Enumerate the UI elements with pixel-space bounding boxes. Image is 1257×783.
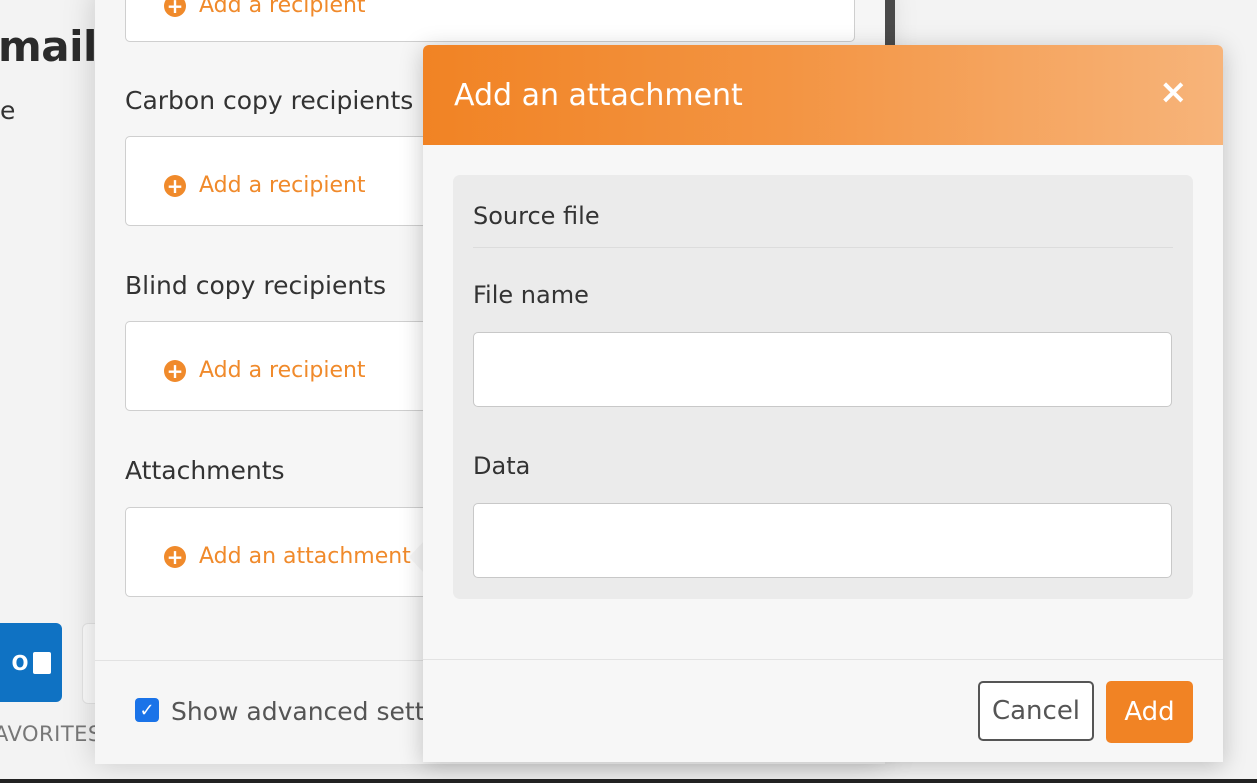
plus-circle-icon: + [164,174,186,197]
add-recipient-label: Add a recipient [199,0,366,18]
cancel-button[interactable]: Cancel [978,681,1094,741]
favorites-label: AVORITES [0,722,102,746]
advanced-settings-checkbox[interactable]: ✓ [135,698,159,722]
plus-circle-icon: + [164,359,186,382]
add-cc-recipient-link[interactable]: + Add a recipient [164,173,366,198]
outlook-app-tile[interactable]: O [0,623,62,702]
page-subtitle: e [0,96,16,125]
source-file-card: Source file File name Data [453,175,1193,599]
envelope-icon [32,651,51,674]
divider [473,247,1173,248]
attachments-label: Attachments [125,456,285,485]
add-attachment-dialog: Add an attachment × Source file File nam… [423,45,1223,762]
cc-label: Carbon copy recipients [125,86,414,115]
bcc-label: Blind copy recipients [125,271,387,300]
dialog-footer-divider [423,659,1223,660]
add-cc-recipient-label: Add a recipient [199,173,366,198]
add-recipient-link[interactable]: + Add a recipient [164,0,366,18]
close-icon[interactable]: × [1159,75,1188,109]
plus-circle-icon: + [164,0,186,17]
add-attachment-label: Add an attachment [199,544,411,569]
advanced-settings-label[interactable]: Show advanced setti [171,697,431,726]
popover-arrow [409,541,424,573]
outlook-icon: O [11,650,29,675]
plus-circle-icon: + [164,545,186,568]
page-title: mail [0,22,97,71]
to-recipients-box: + Add a recipient [125,0,855,42]
add-button[interactable]: Add [1106,681,1193,743]
data-label: Data [473,452,531,480]
add-attachment-link[interactable]: + Add an attachment [164,544,411,569]
window-bottom-edge [0,779,1257,783]
add-bcc-recipient-link[interactable]: + Add a recipient [164,358,366,383]
panel-scrollbar[interactable] [885,0,895,45]
dialog-title: Add an attachment [454,78,743,113]
data-input[interactable] [473,503,1172,578]
file-name-input[interactable] [473,332,1172,407]
dialog-header: Add an attachment × [423,45,1223,145]
add-bcc-recipient-label: Add a recipient [199,358,366,383]
source-file-heading: Source file [473,202,600,230]
file-name-label: File name [473,281,589,309]
